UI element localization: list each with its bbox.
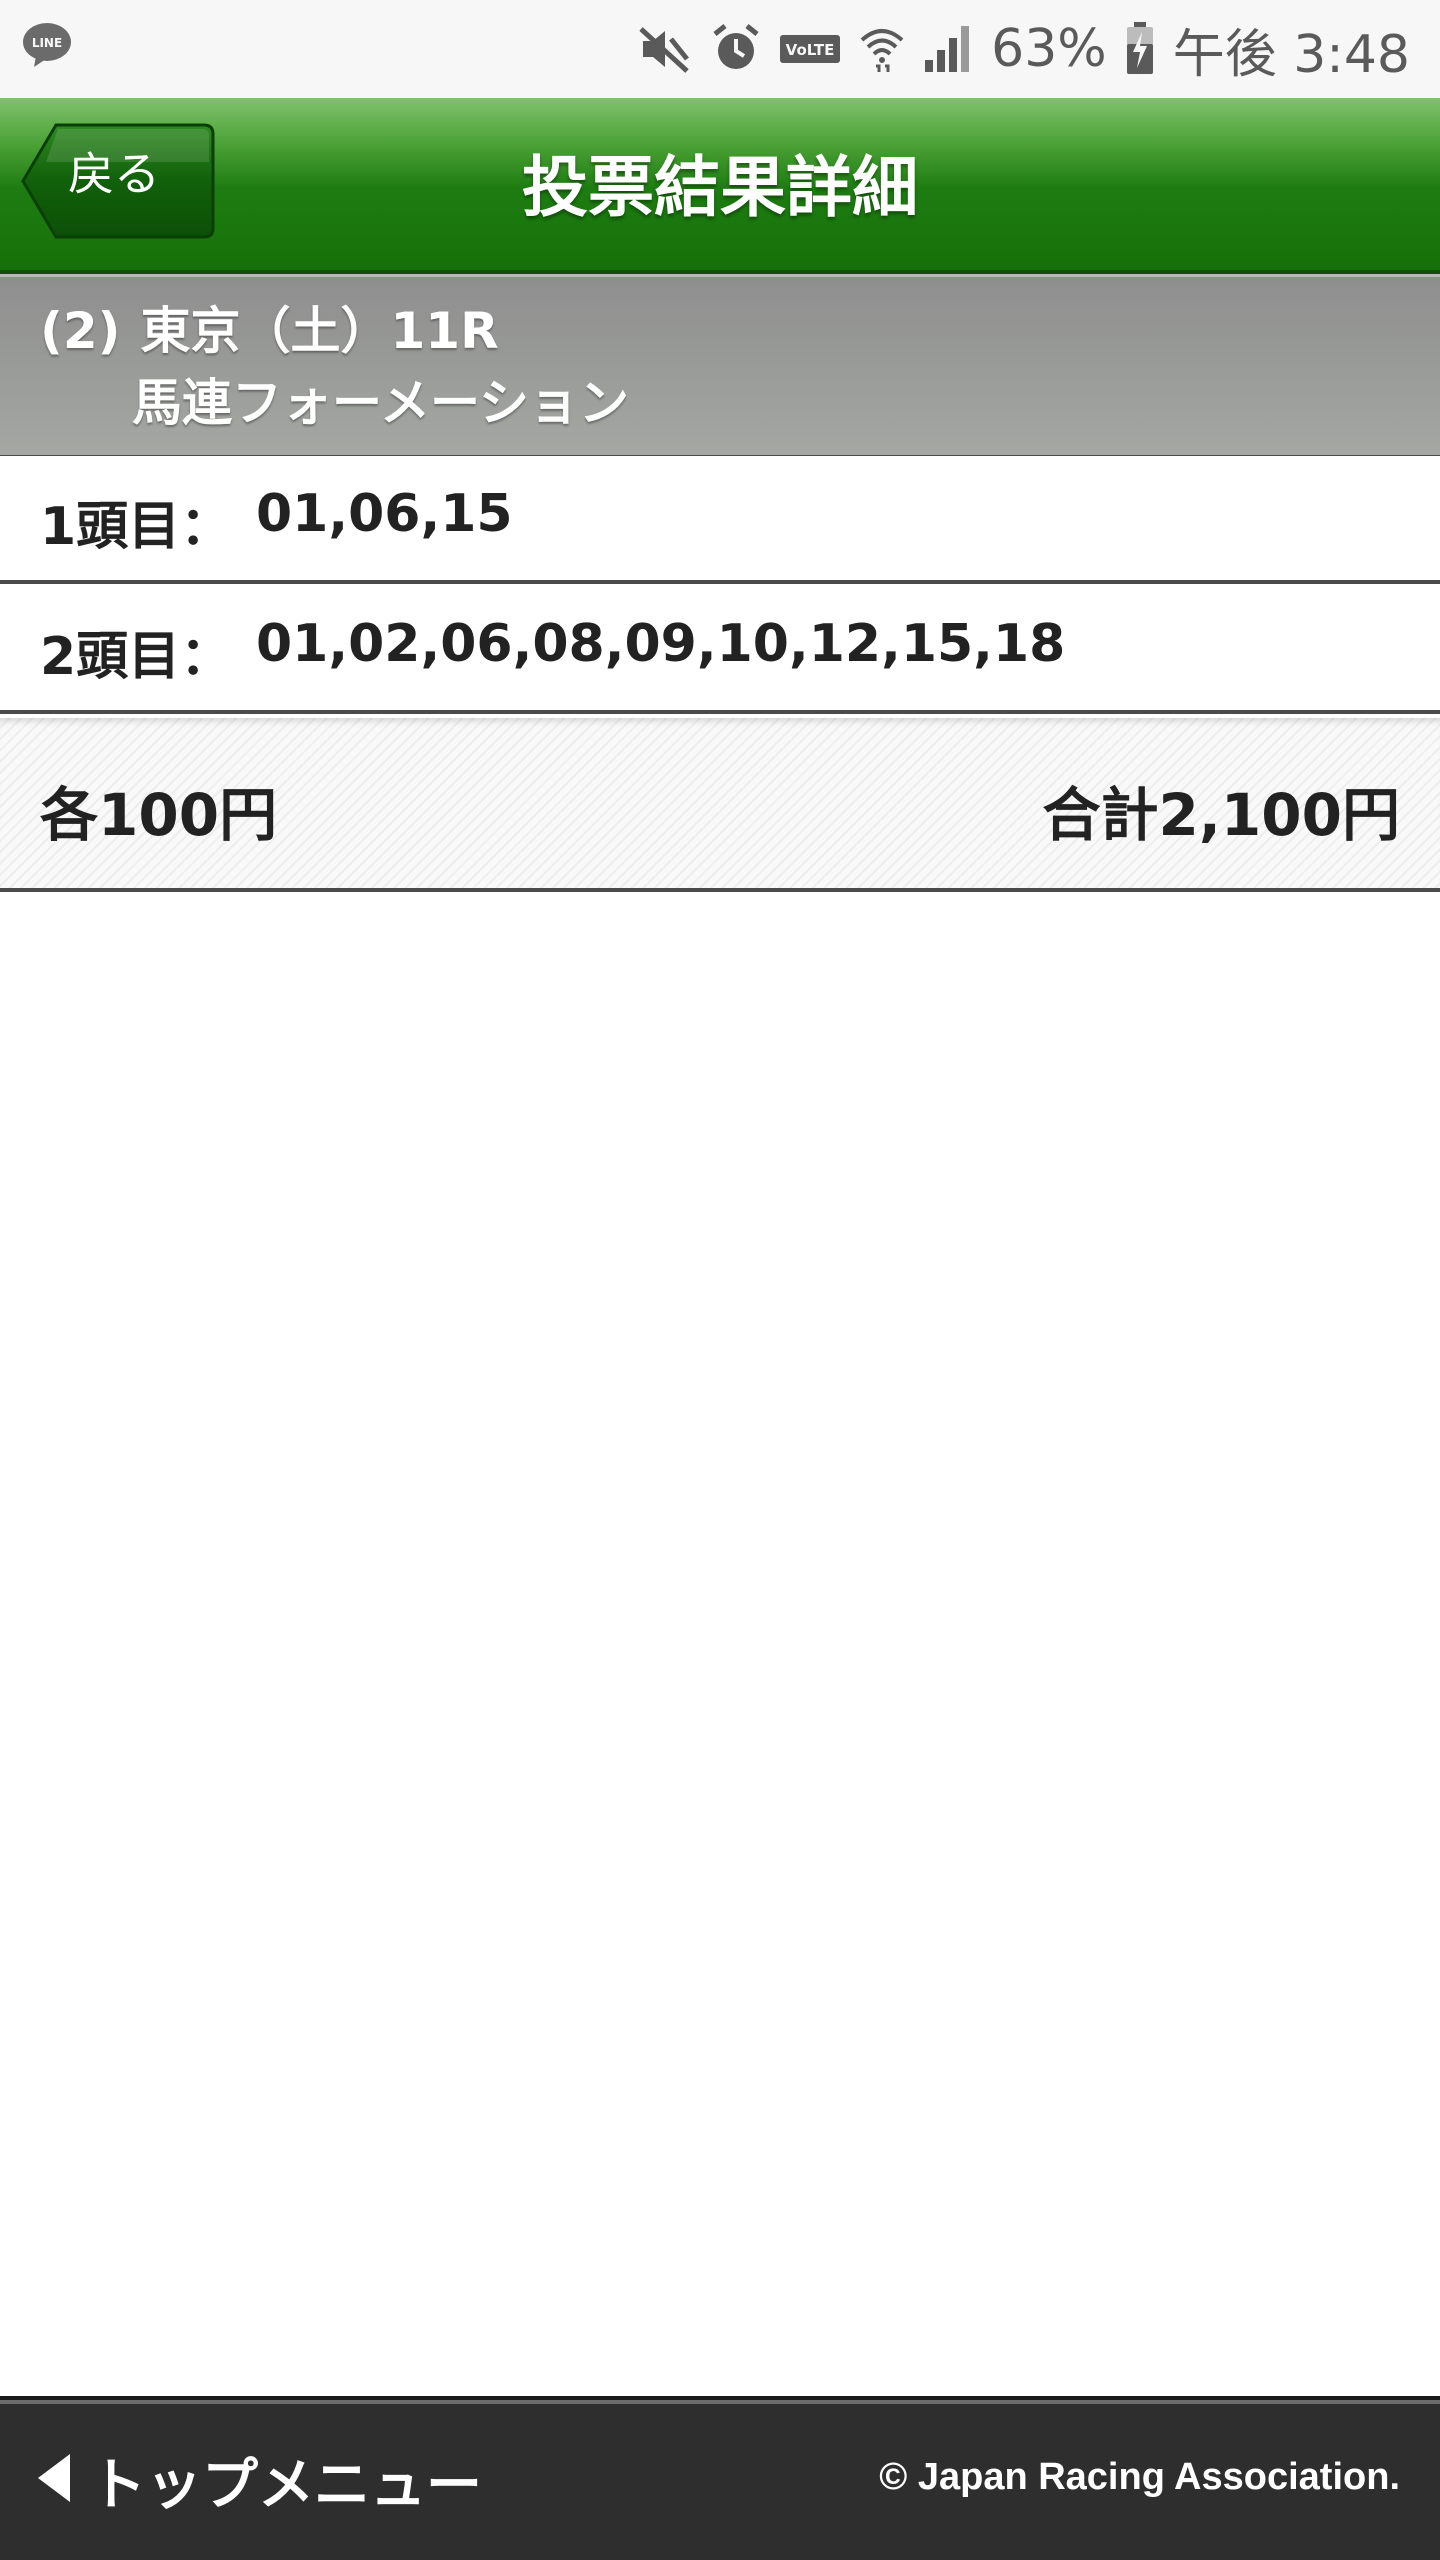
battery-charging-icon: [1125, 22, 1155, 76]
app-footer: トップメニュー © Japan Racing Association.: [0, 2396, 1440, 2560]
signal-icon: [923, 24, 973, 74]
bet-summary: 各100円 合計2,100円: [0, 718, 1440, 892]
mute-icon: [637, 25, 693, 73]
page-title: 投票結果詳細: [522, 149, 918, 226]
alarm-icon: [711, 24, 761, 74]
selection-label: 1頭目：: [40, 497, 233, 557]
selection-row-second: 2頭目： 01,02,06,08,09,10,12,15,18: [0, 586, 1440, 714]
race-heading: (2) 東京（土）11R: [40, 291, 499, 363]
svg-text:LINE: LINE: [32, 36, 62, 50]
wifi-icon: [859, 24, 905, 74]
chevron-left-icon: [36, 2452, 72, 2508]
app-header: 戻る 投票結果詳細: [0, 98, 1440, 274]
clock-time: 午後 3:48: [1172, 24, 1410, 85]
selection-value: 01,02,06,08,09,10,12,15,18: [256, 614, 1066, 674]
volte-icon: VoLTE: [779, 34, 841, 64]
total-amount: 合計2,100円: [1042, 781, 1400, 849]
status-icons: VoLTE 63% 午後 3:48: [637, 0, 1410, 98]
race-number: (2): [40, 302, 121, 360]
selection-value: 01,06,15: [256, 484, 513, 544]
vote-result-detail-screen: LINE VoLTE 63% 午後 3:48 戻る 投票結果詳細 (2) 東京（…: [0, 0, 1440, 2560]
copyright: © Japan Racing Association.: [879, 2456, 1400, 2498]
race-venue: 東京（土）11R: [140, 302, 499, 360]
top-menu-label: トップメニュー: [90, 2452, 482, 2518]
status-bar: LINE VoLTE 63% 午後 3:48: [0, 0, 1440, 98]
bet-type: 馬連フォーメーション: [132, 374, 629, 432]
selection-row-first: 1頭目： 01,06,15: [0, 456, 1440, 584]
selection-label: 2頭目：: [40, 627, 233, 687]
race-info-band: (2) 東京（土）11R 馬連フォーメーション: [0, 274, 1440, 459]
svg-text:VoLTE: VoLTE: [786, 41, 835, 59]
battery-percent: 63%: [991, 19, 1107, 79]
line-app-icon: LINE: [22, 22, 72, 68]
per-bet-amount: 各100円: [40, 781, 278, 849]
top-menu-link[interactable]: トップメニュー: [36, 2440, 482, 2520]
